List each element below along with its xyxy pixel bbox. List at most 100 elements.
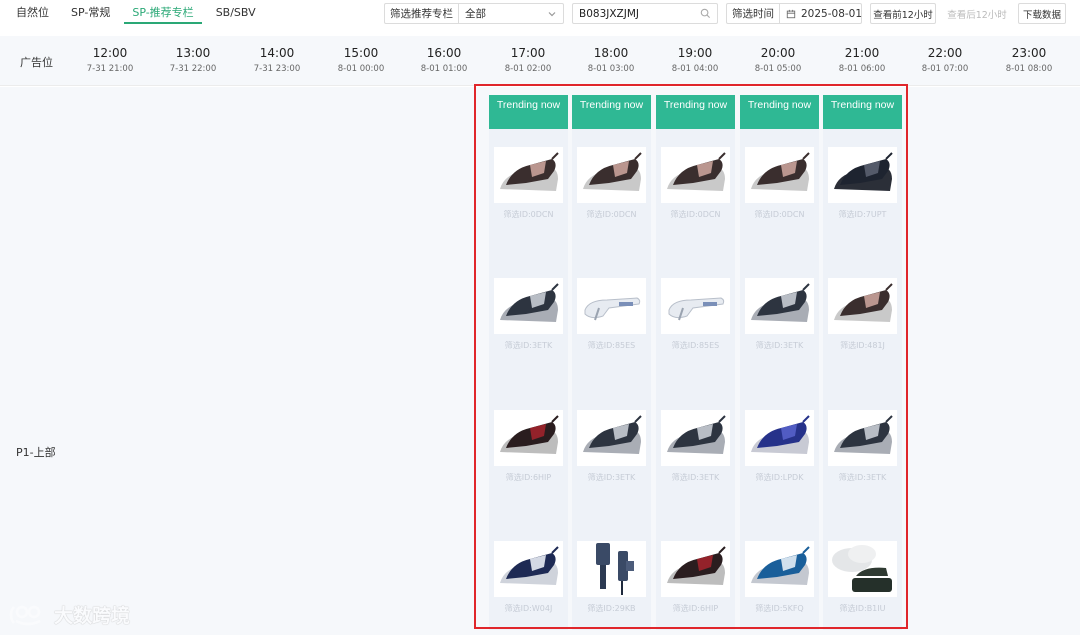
product-card[interactable]: 筛选ID:LPDK	[740, 410, 819, 510]
product-card[interactable]: 筛选ID:0DCN	[572, 147, 651, 247]
tab-sb-sbv[interactable]: SB/SBV	[208, 2, 264, 24]
steamer-white-icon[interactable]	[577, 278, 646, 334]
iron-blue-icon[interactable]	[745, 410, 814, 466]
top-toolbar: 自然位 SP-常规 SP-推荐专栏 SB/SBV 筛选推荐专栏 全部 B083J…	[0, 0, 1080, 30]
tab-sp-recommend[interactable]: SP-推荐专栏	[124, 2, 202, 24]
hour-time: 23:00	[1011, 46, 1047, 60]
hour-column-header: 20:00 8-01 05:00	[736, 46, 820, 74]
trending-now-header: Trending now	[572, 95, 651, 129]
product-card[interactable]: 筛选ID:0DCN	[656, 147, 735, 247]
trending-now-header: Trending now	[740, 95, 819, 129]
iron-silver-icon[interactable]	[828, 410, 897, 466]
watermark-text: 大数跨境	[54, 605, 131, 627]
steamer-handheld-icon[interactable]	[577, 541, 646, 597]
steam-station-icon[interactable]	[828, 541, 897, 597]
product-filter-id: 筛选ID:85ES	[671, 341, 720, 350]
iron-rosegold-icon[interactable]	[828, 278, 897, 334]
calendar-icon	[786, 9, 796, 18]
iron-rosegold-icon[interactable]	[577, 147, 646, 203]
product-card[interactable]: 筛选ID:B1IU	[823, 541, 902, 635]
trending-now-header: Trending now	[489, 95, 568, 129]
hour-local-date: 8-01 05:00	[754, 64, 802, 74]
hour-time: 18:00	[593, 46, 629, 60]
trending-now-header: Trending now	[656, 95, 735, 129]
iron-silver-icon[interactable]	[745, 278, 814, 334]
hour-local-date: 7-31 23:00	[253, 64, 301, 74]
product-filter-id: 筛选ID:0DCN	[586, 210, 637, 219]
product-card[interactable]: 筛选ID:3ETK	[740, 278, 819, 378]
product-filter-id: 筛选ID:0DCN	[754, 210, 805, 219]
hour-column-header: 18:00 8-01 03:00	[569, 46, 653, 74]
iron-station-icon[interactable]	[828, 147, 897, 203]
hour-local-date: 8-01 08:00	[1005, 64, 1053, 74]
hour-column-header: 23:00 8-01 08:00	[987, 46, 1071, 74]
hour-time: 14:00	[259, 46, 295, 60]
iron-navy-icon[interactable]	[494, 541, 563, 597]
time-filter-value: 2025-08-01	[801, 7, 863, 20]
product-filter-id: 筛选ID:3ETK	[504, 341, 553, 350]
product-filter-id: 筛选ID:29KB	[587, 604, 636, 613]
recommend-filter-value: 全部	[465, 8, 486, 20]
iron-cyan-icon[interactable]	[745, 541, 814, 597]
product-card[interactable]: 筛选ID:29KB	[572, 541, 651, 635]
product-card[interactable]: 筛选ID:6HIP	[656, 541, 735, 635]
product-filter-id: 筛选ID:3ETK	[671, 473, 720, 482]
next-12-hours-button[interactable]: 查看后12小时	[944, 3, 1010, 24]
download-data-button[interactable]: 下载数据	[1018, 3, 1066, 24]
product-filter-id: 筛选ID:W04J	[504, 604, 553, 613]
recommend-filter-select[interactable]: 筛选推荐专栏 全部	[384, 3, 564, 24]
product-filter-id: 筛选ID:6HIP	[505, 473, 552, 482]
product-card[interactable]: 筛选ID:W04J	[489, 541, 568, 635]
hour-time: 12:00	[92, 46, 128, 60]
product-filter-id: 筛选ID:7UPT	[838, 210, 887, 219]
iron-red-icon[interactable]	[494, 410, 563, 466]
hour-column-header: 19:00 8-01 04:00	[653, 46, 737, 74]
hour-column-header: 12:00 7-31 21:00	[68, 46, 152, 74]
recommend-slot-column: Trending now 筛选ID:0DCN 筛选ID:85ES 筛选ID:3ETK 筛…	[656, 95, 735, 630]
search-icon[interactable]	[700, 8, 711, 19]
tab-natural[interactable]: 自然位	[8, 2, 57, 24]
time-filter-date[interactable]: 2025-08-01	[780, 4, 868, 23]
product-card[interactable]: 筛选ID:3ETK	[823, 410, 902, 510]
hour-time: 20:00	[760, 46, 796, 60]
time-filter[interactable]: 筛选时间 2025-08-01	[726, 3, 862, 24]
hour-time: 15:00	[343, 46, 379, 60]
product-card[interactable]: 筛选ID:3ETK	[656, 410, 735, 510]
steamer-white-icon[interactable]	[661, 278, 730, 334]
hour-local-date: 8-01 00:00	[337, 64, 385, 74]
hour-column-header: 22:00 8-01 07:00	[903, 46, 987, 74]
time-filter-label: 筛选时间	[727, 4, 780, 23]
iron-silver-icon[interactable]	[661, 410, 730, 466]
product-filter-id: 筛选ID:85ES	[587, 341, 636, 350]
prev-12-hours-button[interactable]: 查看前12小时	[870, 3, 936, 24]
tab-sp-regular[interactable]: SP-常规	[63, 2, 118, 24]
hour-local-date: 8-01 01:00	[420, 64, 468, 74]
product-card[interactable]: 筛选ID:85ES	[656, 278, 735, 378]
product-card[interactable]: 筛选ID:0DCN	[740, 147, 819, 247]
iron-rosegold-icon[interactable]	[494, 147, 563, 203]
product-card[interactable]: 筛选ID:85ES	[572, 278, 651, 378]
product-card[interactable]: 筛选ID:5KFQ	[740, 541, 819, 635]
product-card[interactable]: 筛选ID:481J	[823, 278, 902, 378]
product-filter-id: 筛选ID:3ETK	[838, 473, 887, 482]
iron-silver-icon[interactable]	[494, 278, 563, 334]
iron-silver-icon[interactable]	[577, 410, 646, 466]
product-card[interactable]: 筛选ID:7UPT	[823, 147, 902, 247]
product-card[interactable]: 筛选ID:6HIP	[489, 410, 568, 510]
hour-column-header: 21:00 8-01 06:00	[820, 46, 904, 74]
iron-red-icon[interactable]	[661, 541, 730, 597]
tab-bar: 自然位 SP-常规 SP-推荐专栏 SB/SBV	[8, 2, 270, 24]
iron-rosegold-icon[interactable]	[661, 147, 730, 203]
product-filter-id: 筛选ID:3ETK	[587, 473, 636, 482]
asin-search-input[interactable]: B083JXZJMJ	[572, 3, 718, 24]
hour-time: 13:00	[175, 46, 211, 60]
product-card[interactable]: 筛选ID:3ETK	[572, 410, 651, 510]
hour-column-header: 13:00 7-31 22:00	[151, 46, 235, 74]
product-card[interactable]: 筛选ID:0DCN	[489, 147, 568, 247]
product-filter-id: 筛选ID:0DCN	[670, 210, 721, 219]
hour-column-header: 16:00 8-01 01:00	[402, 46, 486, 74]
hour-local-date: 8-01 02:00	[504, 64, 552, 74]
iron-rosegold-icon[interactable]	[745, 147, 814, 203]
hour-column-header: 14:00 7-31 23:00	[235, 46, 319, 74]
product-card[interactable]: 筛选ID:3ETK	[489, 278, 568, 378]
